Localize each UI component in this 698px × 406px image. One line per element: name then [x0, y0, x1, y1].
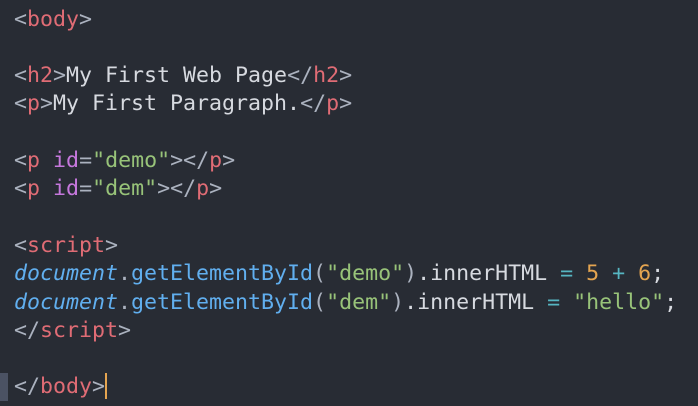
bracket: > — [222, 148, 236, 173]
bracket: > — [339, 63, 353, 88]
code-line-h2[interactable]: <h2>My First Web Page</h2> — [14, 62, 352, 90]
js-method: getElementById — [131, 290, 314, 315]
code-line-p-demo[interactable]: <p id="demo"></p> — [14, 147, 235, 175]
tag-name: script — [27, 233, 106, 258]
tag-name: p — [27, 176, 41, 201]
js-string: "demo" — [326, 261, 405, 286]
js-operator: + — [599, 261, 639, 286]
code-line-js-1[interactable]: document.getElementById("demo").innerHTM… — [14, 260, 664, 288]
bracket: > — [105, 233, 119, 258]
bracket: > — [92, 374, 106, 399]
code-line-body-open[interactable]: <body> — [14, 6, 92, 34]
tag-name: body — [40, 374, 93, 399]
tag-name: body — [27, 7, 80, 32]
js-string: "hello" — [573, 290, 665, 315]
code-line-script-close[interactable]: </script> — [14, 317, 131, 345]
code-line-body-close[interactable]: </body> — [14, 373, 108, 401]
bracket: </ — [183, 148, 210, 173]
element-text: My First Web Page — [66, 63, 288, 88]
js-object: document — [14, 261, 119, 286]
bracket: > — [79, 7, 93, 32]
bracket: </ — [300, 91, 327, 116]
text-cursor — [105, 373, 108, 399]
code-editor[interactable]: <body> <h2>My First Web Page</h2> <p>My … — [0, 0, 698, 406]
paren: ) — [391, 290, 405, 315]
bracket: < — [14, 7, 28, 32]
js-number: 5 — [586, 261, 600, 286]
tag-name: h2 — [27, 63, 54, 88]
bracket: < — [14, 63, 28, 88]
bracket: > — [118, 318, 132, 343]
bracket: </ — [170, 176, 197, 201]
attribute-value: "dem" — [92, 176, 158, 201]
code-line-p[interactable]: <p>My First Paragraph.</p> — [14, 90, 352, 118]
js-object: document — [14, 290, 119, 315]
paren: ( — [313, 261, 327, 286]
semicolon: ; — [664, 290, 678, 315]
tag-name: p — [209, 148, 223, 173]
paren: ) — [404, 261, 418, 286]
bracket: > — [339, 91, 353, 116]
element-text: My First Paragraph. — [53, 91, 301, 116]
bracket: < — [14, 233, 28, 258]
tag-name: p — [326, 91, 340, 116]
bracket: </ — [287, 63, 314, 88]
js-property: .innerHTML — [404, 290, 535, 315]
paren: ( — [313, 290, 327, 315]
dot: . — [118, 261, 132, 286]
js-operator: = — [547, 261, 587, 286]
bracket: > — [157, 176, 171, 201]
bracket: < — [14, 91, 28, 116]
code-line-p-dem[interactable]: <p id="dem"></p> — [14, 175, 222, 203]
js-number: 6 — [638, 261, 652, 286]
bracket: > — [209, 176, 223, 201]
attribute-value: "demo" — [92, 148, 171, 173]
tag-name: script — [40, 318, 119, 343]
tag-name: p — [196, 176, 210, 201]
js-operator: = — [534, 290, 574, 315]
semicolon: ; — [651, 261, 665, 286]
bracket: > — [53, 63, 67, 88]
bracket: < — [14, 176, 28, 201]
bracket: </ — [14, 318, 41, 343]
bracket: > — [170, 148, 184, 173]
bracket: > — [40, 91, 54, 116]
code-line-js-2[interactable]: document.getElementById("dem").innerHTML… — [14, 289, 677, 317]
bracket: </ — [14, 374, 41, 399]
js-property: .innerHTML — [417, 261, 548, 286]
equals-sign: = — [79, 148, 93, 173]
tag-name: p — [27, 91, 41, 116]
js-method: getElementById — [131, 261, 314, 286]
dot: . — [118, 290, 132, 315]
code-line-script-open[interactable]: <script> — [14, 232, 118, 260]
tag-name: h2 — [313, 63, 340, 88]
attribute-name: id — [53, 176, 80, 201]
equals-sign: = — [79, 176, 93, 201]
current-line-marker — [0, 373, 8, 401]
tag-name: p — [27, 148, 41, 173]
attribute-name: id — [53, 148, 80, 173]
js-string: "dem" — [326, 290, 392, 315]
bracket: < — [14, 148, 28, 173]
